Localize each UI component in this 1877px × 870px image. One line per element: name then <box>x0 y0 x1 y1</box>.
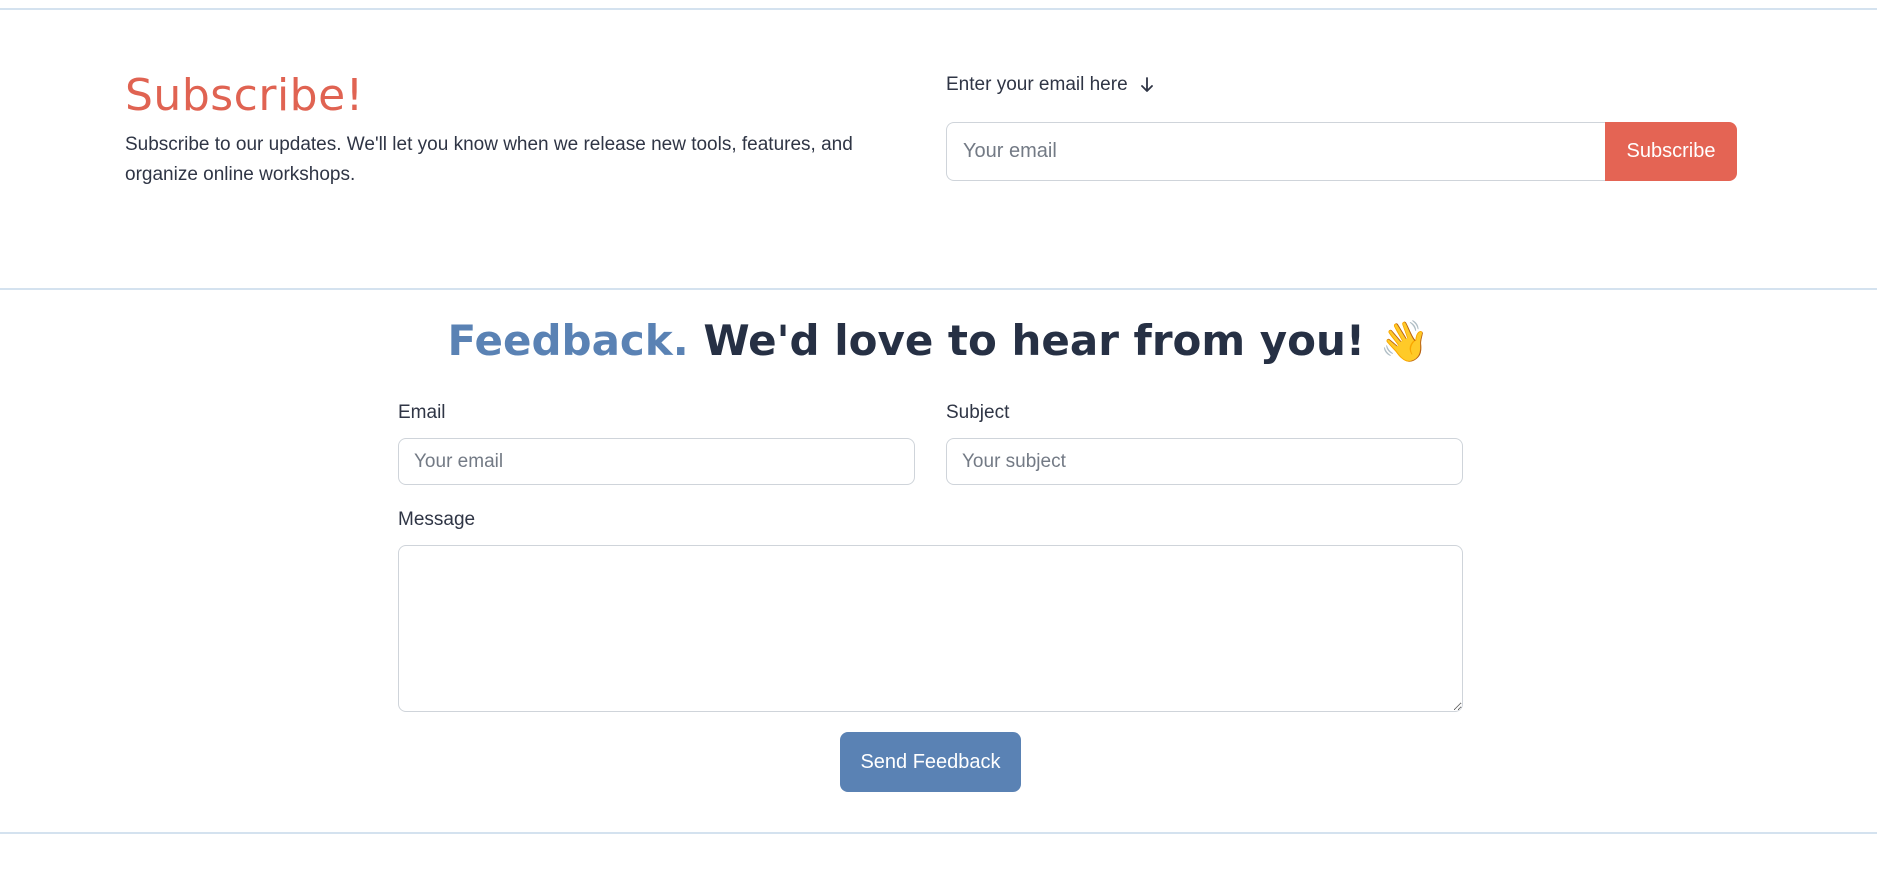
feedback-message-label: Message <box>398 509 476 530</box>
feedback-subject-input[interactable] <box>946 438 1463 485</box>
feedback-email-label: Email <box>398 402 446 423</box>
send-feedback-button[interactable]: Send Feedback <box>840 732 1021 792</box>
subscribe-title: Subscribe! <box>125 70 364 121</box>
feedback-subject-label: Subject <box>946 402 1010 423</box>
feedback-title: Feedback. We'd love to hear from you! 👋 <box>0 316 1877 365</box>
subscribe-email-label: Enter your email here <box>946 74 1156 96</box>
subscribe-button[interactable]: Subscribe <box>1605 122 1737 181</box>
arrow-down-icon <box>1138 75 1156 95</box>
waving-hand-icon: 👋 <box>1379 319 1430 365</box>
subscribe-email-label-text: Enter your email here <box>946 74 1128 95</box>
feedback-title-accent: Feedback. <box>447 316 689 365</box>
top-divider <box>0 8 1877 10</box>
bottom-divider <box>0 832 1877 834</box>
feedback-message-textarea[interactable] <box>398 545 1463 712</box>
section-divider <box>0 288 1877 290</box>
feedback-title-rest: We'd love to hear from you! <box>703 316 1366 365</box>
feedback-email-input[interactable] <box>398 438 915 485</box>
subscribe-email-input[interactable] <box>946 122 1606 181</box>
subscribe-description: Subscribe to our updates. We'll let you … <box>125 134 853 185</box>
